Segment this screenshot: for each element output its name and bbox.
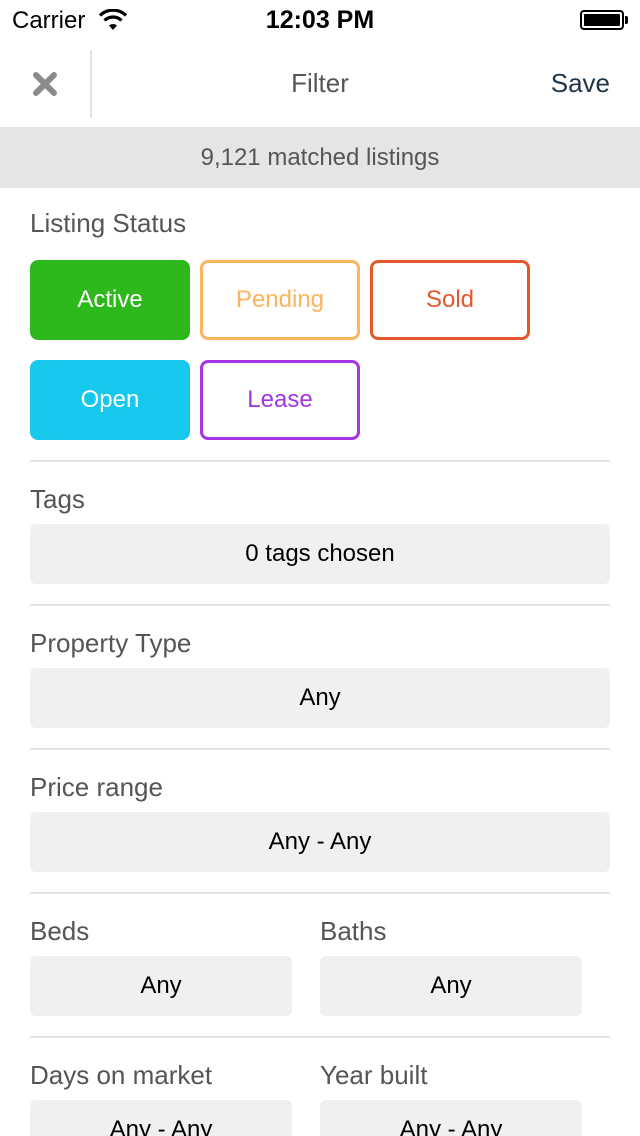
divider [30, 892, 610, 894]
status-active-button[interactable]: Active [30, 260, 190, 340]
divider [30, 604, 610, 606]
tags-selector[interactable]: 0 tags chosen [30, 524, 610, 584]
filter-screen: Carrier 12:03 PM Filter Save 9,121 match… [0, 0, 640, 1136]
year-built-label: Year built [320, 1060, 428, 1090]
clock: 12:03 PM [265, 6, 375, 34]
baths-label: Baths [320, 916, 387, 946]
status-sold-button[interactable]: Sold [370, 260, 530, 340]
days-on-market-label: Days on market [30, 1060, 213, 1090]
nav-bar: Filter Save [0, 40, 640, 128]
property-type-selector[interactable]: Any [30, 668, 610, 728]
status-lease-button[interactable]: Lease [200, 360, 360, 440]
price-range-selector[interactable]: Any - Any [30, 812, 610, 872]
status-open-button[interactable]: Open [30, 360, 190, 440]
property-type-label: Property Type [30, 628, 192, 658]
year-built-selector[interactable]: Any - Any [320, 1100, 582, 1136]
baths-selector[interactable]: Any [320, 956, 582, 1016]
tags-label: Tags [30, 484, 85, 514]
price-range-label: Price range [30, 772, 163, 802]
divider [30, 748, 610, 750]
beds-label: Beds [30, 916, 90, 946]
beds-selector[interactable]: Any [30, 956, 292, 1016]
divider [30, 460, 610, 462]
divider [30, 1036, 610, 1038]
save-button[interactable]: Save [551, 68, 610, 99]
days-on-market-selector[interactable]: Any - Any [30, 1100, 292, 1136]
status-pending-button[interactable]: Pending [200, 260, 360, 340]
page-title: Filter [291, 68, 349, 98]
matched-listings-banner: 9,121 matched listings [0, 128, 640, 188]
listing-status-label: Listing Status [30, 208, 187, 238]
status-bar: Carrier 12:03 PM [0, 0, 640, 40]
battery-icon [580, 10, 628, 30]
